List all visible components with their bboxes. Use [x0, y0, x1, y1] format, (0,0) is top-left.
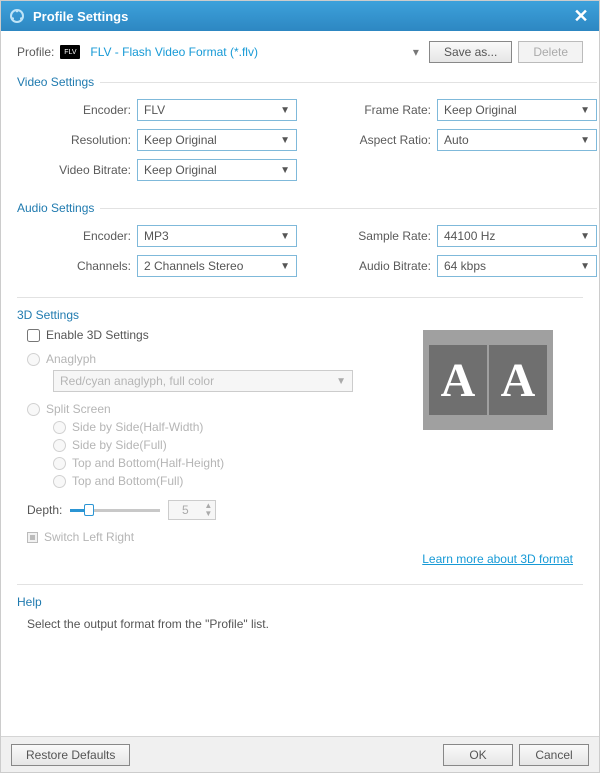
depth-label: Depth: [27, 503, 62, 517]
three-d-legend: 3D Settings [17, 308, 583, 322]
caret-down-icon: ▼ [580, 135, 590, 146]
depth-value: 5 [169, 503, 201, 517]
frame-rate-label: Frame Rate: [337, 99, 437, 121]
depth-row: Depth: 5 ▲▼ [27, 500, 583, 520]
resolution-label: Resolution: [17, 129, 137, 151]
switch-label: Switch Left Right [44, 530, 134, 544]
profile-value: FLV - Flash Video Format (*.flv) [90, 45, 258, 59]
audio-encoder-select[interactable]: MP3▼ [137, 225, 297, 247]
aspect-ratio-select[interactable]: Auto▼ [437, 129, 597, 151]
caret-down-icon: ▼ [280, 231, 290, 242]
caret-down-icon: ▼ [580, 105, 590, 116]
audio-settings-group: Audio Settings Encoder: MP3▼ Sample Rate… [17, 201, 597, 287]
sample-rate-label: Sample Rate: [337, 225, 437, 247]
aspect-ratio-label: Aspect Ratio: [337, 129, 437, 151]
three-d-settings-group: 3D Settings A A Enable 3D Settings Anagl… [17, 297, 583, 566]
ok-button[interactable]: OK [443, 744, 513, 766]
video-encoder-select[interactable]: FLV▼ [137, 99, 297, 121]
video-bitrate-label: Video Bitrate: [17, 159, 137, 181]
help-text: Select the output format from the "Profi… [27, 617, 573, 631]
content-area: Profile: FLV FLV - Flash Video Format (*… [1, 31, 599, 736]
video-bitrate-select[interactable]: Keep Original▼ [137, 159, 297, 181]
preview-right-a: A [489, 345, 547, 415]
sbs-full-radio: Side by Side(Full) [53, 438, 583, 452]
video-settings-group: Video Settings Encoder: FLV▼ Frame Rate:… [17, 75, 597, 191]
caret-down-icon: ▼ [280, 135, 290, 146]
channels-label: Channels: [17, 255, 137, 277]
switch-left-right-row: Switch Left Right [27, 530, 583, 544]
app-icon [9, 8, 25, 24]
switch-checkbox-icon [27, 532, 38, 543]
profile-row: Profile: FLV FLV - Flash Video Format (*… [17, 41, 583, 63]
caret-down-icon: ▼ [280, 165, 290, 176]
restore-defaults-button[interactable]: Restore Defaults [11, 744, 130, 766]
profile-select[interactable]: FLV - Flash Video Format (*.flv) ▾ [86, 41, 423, 63]
flv-icon: FLV [60, 45, 80, 59]
split-screen-label: Split Screen [46, 402, 111, 416]
title-text: Profile Settings [33, 9, 128, 24]
learn-more-link[interactable]: Learn more about 3D format [422, 552, 573, 566]
help-legend: Help [17, 595, 583, 609]
tb-full-radio: Top and Bottom(Full) [53, 474, 583, 488]
audio-legend: Audio Settings [17, 201, 100, 215]
cancel-button[interactable]: Cancel [519, 744, 589, 766]
anaglyph-label: Anaglyph [46, 352, 96, 366]
tb-half-radio: Top and Bottom(Half-Height) [53, 456, 583, 470]
video-encoder-label: Encoder: [17, 99, 137, 121]
help-group: Help Select the output format from the "… [17, 584, 583, 631]
anaglyph-value: Red/cyan anaglyph, full color [60, 374, 214, 388]
caret-down-icon: ▼ [580, 231, 590, 242]
profile-settings-dialog: Profile Settings ✕ Profile: FLV FLV - Fl… [0, 0, 600, 773]
caret-down-icon: ▼ [336, 376, 346, 387]
footer-bar: Restore Defaults OK Cancel [1, 736, 599, 772]
enable-3d-input[interactable] [27, 329, 40, 342]
anaglyph-radio-input [27, 353, 40, 366]
preview-left-a: A [429, 345, 487, 415]
anaglyph-select: Red/cyan anaglyph, full color ▼ [53, 370, 353, 392]
sample-rate-select[interactable]: 44100 Hz▼ [437, 225, 597, 247]
channels-select[interactable]: 2 Channels Stereo▼ [137, 255, 297, 277]
split-screen-radio-input [27, 403, 40, 416]
enable-3d-label: Enable 3D Settings [46, 328, 149, 342]
spin-arrows-icon: ▲▼ [201, 502, 215, 518]
frame-rate-select[interactable]: Keep Original▼ [437, 99, 597, 121]
caret-down-icon: ▼ [280, 261, 290, 272]
video-legend: Video Settings [17, 75, 100, 89]
slider-thumb [84, 504, 94, 516]
save-as-button[interactable]: Save as... [429, 41, 512, 63]
audio-bitrate-label: Audio Bitrate: [337, 255, 437, 277]
close-icon[interactable]: ✕ [571, 7, 591, 25]
resolution-select[interactable]: Keep Original▼ [137, 129, 297, 151]
delete-button: Delete [518, 41, 583, 63]
caret-down-icon: ▼ [280, 105, 290, 116]
depth-spinbox: 5 ▲▼ [168, 500, 216, 520]
titlebar: Profile Settings ✕ [1, 1, 599, 31]
audio-encoder-label: Encoder: [17, 225, 137, 247]
caret-down-icon: ▼ [580, 261, 590, 272]
caret-down-icon: ▾ [413, 45, 419, 59]
depth-slider [70, 503, 160, 517]
three-d-preview: A A [423, 330, 553, 430]
profile-label: Profile: [17, 45, 54, 59]
audio-bitrate-select[interactable]: 64 kbps▼ [437, 255, 597, 277]
